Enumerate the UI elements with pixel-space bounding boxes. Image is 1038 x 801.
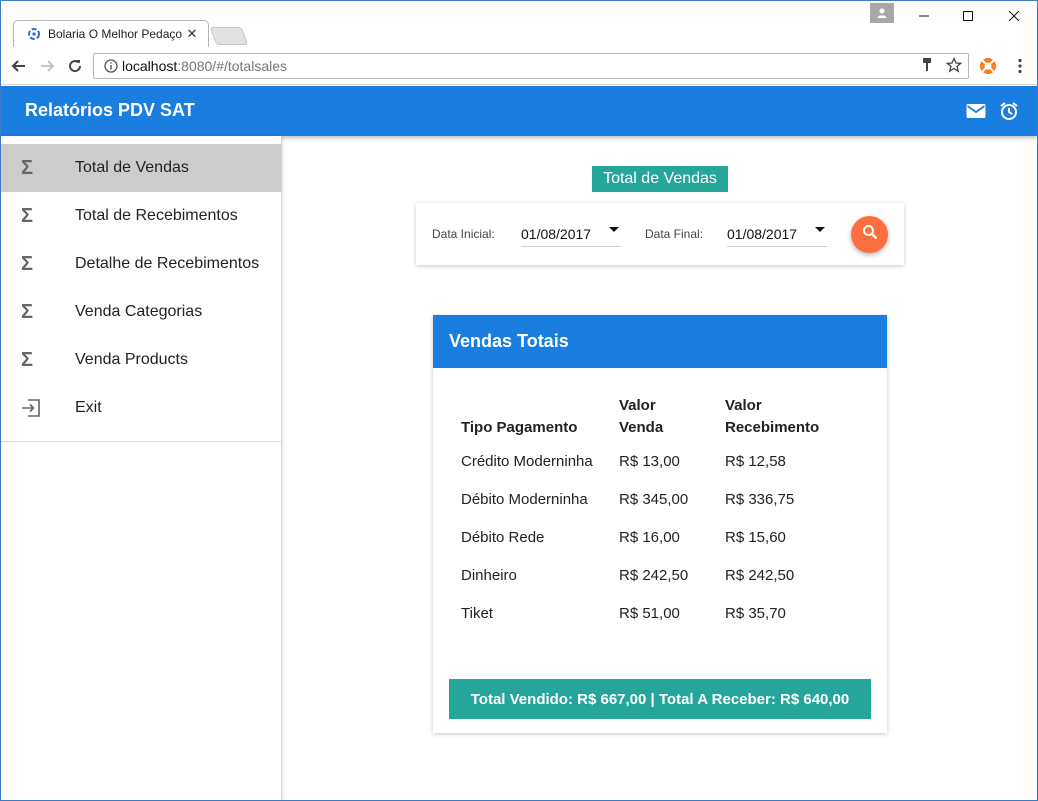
table-cell: Débito Rede — [461, 529, 545, 546]
date-filter-card: Data Inicial: 01/08/2017 Data Final: 01/… — [416, 203, 904, 265]
table-cell: R$ 242,50 — [725, 567, 795, 584]
sidebar-item-label: Detalhe de Recebimentos — [75, 255, 260, 272]
start-date-label: Data Inicial: — [432, 227, 495, 241]
site-favicon-icon — [26, 26, 42, 42]
sidebar-item-exit[interactable]: Exit — [1, 384, 281, 432]
table-header-row: Tipo Pagamento Valor Venda Valor Recebim… — [449, 383, 871, 443]
key-icon[interactable] — [920, 57, 934, 76]
column-header: Valor Recebimento — [725, 397, 820, 436]
sidebar-divider — [1, 441, 281, 442]
search-icon — [862, 224, 878, 245]
address-bar[interactable]: localhost:8080/#/totalsales — [93, 53, 969, 79]
sidebar-item-venda-products[interactable]: Σ Venda Products — [1, 336, 281, 384]
profile-icon[interactable] — [870, 3, 894, 23]
table-cell: Tiket — [461, 605, 493, 622]
table-row: Débito Rede R$ 16,00 R$ 15,60 — [449, 519, 871, 557]
alarm-clock-icon[interactable] — [998, 100, 1020, 122]
sigma-icon: Σ — [21, 252, 34, 275]
sidebar: Σ Total de Vendas Σ Total de Recebimento… — [1, 136, 282, 800]
info-icon[interactable] — [100, 59, 122, 73]
sidebar-menu: Σ Total de Vendas Σ Total de Recebimento… — [1, 144, 281, 432]
sidebar-item-label: Total de Vendas — [75, 159, 189, 176]
minimize-icon[interactable] — [901, 1, 947, 31]
table-cell: R$ 13,00 — [619, 453, 680, 470]
tab-close-icon[interactable]: ✕ — [184, 26, 200, 42]
table-cell: R$ 16,00 — [619, 529, 680, 546]
reload-icon[interactable] — [65, 56, 85, 76]
start-date-value: 01/08/2017 — [521, 225, 592, 242]
end-date-select[interactable]: 01/08/2017 — [727, 221, 827, 247]
table-cell: R$ 242,50 — [619, 567, 689, 584]
sidebar-item-total-de-recebimentos[interactable]: Σ Total de Recebimentos — [1, 192, 281, 240]
chevron-down-icon — [815, 227, 825, 232]
table-row: Dinheiro R$ 242,50 R$ 242,50 — [449, 557, 871, 595]
sidebar-item-total-de-vendas[interactable]: Σ Total de Vendas — [1, 144, 281, 192]
sales-table: Tipo Pagamento Valor Venda Valor Recebim… — [449, 383, 871, 633]
mail-icon[interactable] — [965, 100, 987, 122]
forward-arrow-icon[interactable] — [37, 56, 57, 76]
browser-menu-icon[interactable] — [1011, 57, 1029, 75]
search-button[interactable] — [851, 216, 888, 253]
maximize-icon[interactable] — [945, 1, 991, 31]
table-cell: R$ 35,70 — [725, 605, 786, 622]
sidebar-item-label: Venda Categorias — [75, 303, 203, 320]
exit-icon — [1, 399, 61, 417]
sidebar-item-venda-categorias[interactable]: Σ Venda Categorias — [1, 288, 281, 336]
new-tab-button[interactable] — [209, 27, 249, 45]
sales-card: Vendas Totais Tipo Pagamento Valor Venda… — [433, 315, 887, 733]
tab-strip: Bolaria O Melhor Pedaço ✕ — [1, 1, 1037, 47]
table-row: Crédito Moderninha R$ 13,00 R$ 12,58 — [449, 443, 871, 481]
sigma-icon: Σ — [21, 300, 34, 323]
column-header: Tipo Pagamento — [461, 419, 578, 436]
url-path: :8080/#/totalsales — [177, 58, 288, 74]
column-header: Valor Venda — [619, 397, 664, 436]
table-cell: Dinheiro — [461, 567, 517, 584]
end-date-label: Data Final: — [645, 227, 704, 241]
url-host: localhost — [122, 58, 178, 74]
sidebar-item-detalhe-de-recebimentos[interactable]: Σ Detalhe de Recebimentos — [1, 240, 281, 288]
sigma-icon: Σ — [21, 348, 34, 371]
table-row: Débito Moderninha R$ 345,00 R$ 336,75 — [449, 481, 871, 519]
sidebar-item-label: Venda Products — [75, 351, 188, 368]
table-cell: R$ 15,60 — [725, 529, 786, 546]
table-cell: Débito Moderninha — [461, 491, 588, 508]
table-cell: R$ 345,00 — [619, 491, 689, 508]
table-cell: R$ 51,00 — [619, 605, 680, 622]
back-arrow-icon[interactable] — [9, 56, 29, 76]
app-title: Relatórios PDV SAT — [25, 100, 195, 120]
end-date-value: 01/08/2017 — [727, 225, 798, 242]
sidebar-item-label: Exit — [75, 399, 102, 416]
tab-title: Bolaria O Melhor Pedaço — [48, 27, 183, 41]
start-date-select[interactable]: 01/08/2017 — [521, 221, 621, 247]
browser-window: Bolaria O Melhor Pedaço ✕ localhost:808… — [0, 0, 1038, 801]
table-cell: R$ 336,75 — [725, 491, 795, 508]
sigma-icon: Σ — [21, 156, 34, 179]
chevron-down-icon — [609, 227, 619, 232]
window-close-icon[interactable] — [991, 1, 1037, 31]
browser-tab[interactable]: Bolaria O Melhor Pedaço ✕ — [13, 20, 209, 47]
card-title: Vendas Totais — [433, 315, 887, 368]
bookmark-star-icon[interactable] — [945, 56, 963, 76]
total-summary-bar: Total Vendido: R$ 667,00 | Total A Receb… — [449, 679, 871, 719]
table-cell: R$ 12,58 — [725, 453, 786, 470]
app-bar: Relatórios PDV SAT — [1, 86, 1037, 136]
page-title-badge: Total de Vendas — [592, 166, 728, 192]
browser-toolbar: localhost:8080/#/totalsales — [1, 47, 1037, 85]
extension-icon[interactable] — [979, 57, 997, 75]
table-row: Tiket R$ 51,00 R$ 35,70 — [449, 595, 871, 633]
sigma-icon: Σ — [21, 204, 34, 227]
table-cell: Crédito Moderninha — [461, 453, 593, 470]
sidebar-item-label: Total de Recebimentos — [75, 207, 238, 224]
